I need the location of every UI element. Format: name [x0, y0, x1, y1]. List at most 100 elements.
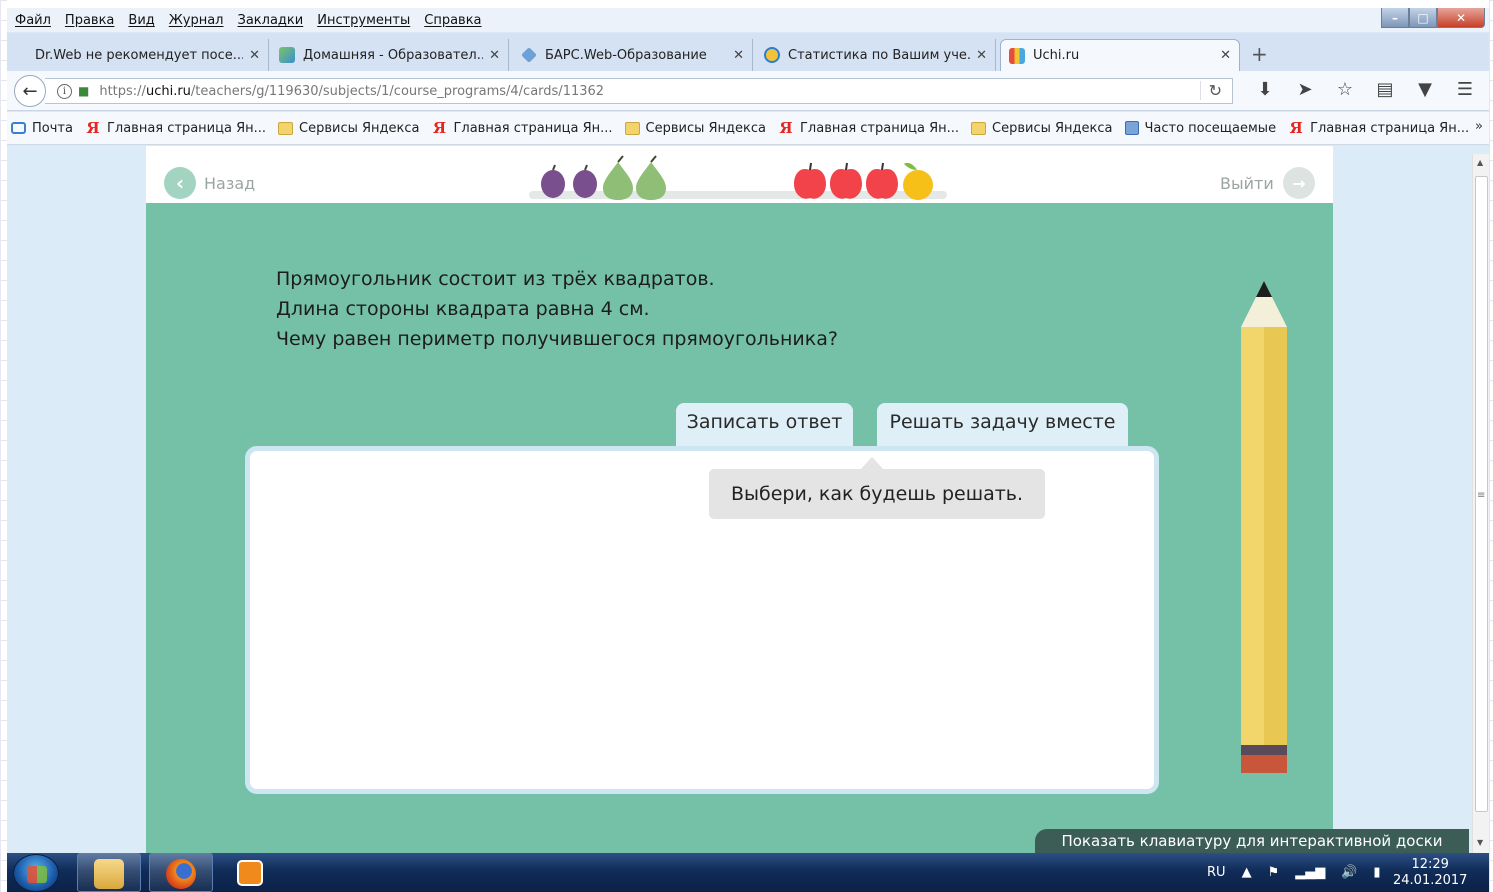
bookmark-yandex[interactable]: Я Главная страница Ян...: [1288, 119, 1469, 137]
bookmark-mail[interactable]: Почта: [11, 121, 73, 136]
bookmarks-bar: Почта Я Главная страница Ян... Сервисы Ян…: [7, 112, 1489, 145]
windows-taskbar: RU ▲ ⚑ ▂▄▆ 🔊 ▮ 12:29 24.01.2017: [7, 853, 1489, 892]
address-bar[interactable]: i ■ https://uchi.ru/teachers/g/119630/su…: [45, 78, 1233, 104]
volume-icon[interactable]: 🔊: [1341, 865, 1357, 880]
menu-bar: Файл Правка Вид Журнал Закладки Инструме…: [7, 8, 1489, 32]
tab-uchi[interactable]: Uchi.ru ✕: [1000, 39, 1240, 71]
plum-icon: [541, 164, 565, 198]
bars-icon: [521, 47, 537, 63]
apple-icon: [794, 162, 826, 199]
menu-edit[interactable]: Правка: [65, 13, 114, 28]
yandex-icon: Я: [86, 119, 100, 137]
education-icon: [279, 47, 295, 63]
back-chevron-icon[interactable]: ‹: [164, 167, 196, 199]
clock-date: 24.01.2017: [1393, 873, 1468, 888]
system-tray: RU ▲ ⚑ ▂▄▆ 🔊 ▮: [1207, 853, 1397, 892]
scroll-grip-icon: ≡: [1477, 490, 1486, 501]
bookmark-yandex-services[interactable]: Сервисы Яндекса: [278, 121, 419, 136]
folder-icon: [971, 121, 987, 135]
maximize-button[interactable]: □: [1409, 8, 1437, 28]
menu-bookmarks[interactable]: Закладки: [238, 13, 304, 28]
bookmark-yandex[interactable]: Я Главная страница Ян...: [778, 119, 959, 137]
lemon-icon: [903, 162, 933, 200]
star-icon[interactable]: ☆: [1325, 79, 1365, 100]
close-tab-icon[interactable]: ✕: [1220, 48, 1231, 63]
system-clock[interactable]: 12:29 24.01.2017: [1393, 857, 1467, 889]
menu-file[interactable]: Файл: [15, 13, 51, 28]
folder-icon: [624, 121, 640, 135]
yandex-icon: Я: [432, 119, 447, 137]
tray-expand-icon[interactable]: ▲: [1242, 865, 1252, 880]
minimize-button[interactable]: –: [1381, 8, 1409, 28]
flag-icon[interactable]: ⚑: [1268, 865, 1280, 880]
tab-label: Домашняя - Образовател...: [303, 47, 484, 63]
clock-time: 12:29: [1411, 857, 1449, 872]
desktop-background-right: [1489, 0, 1493, 892]
bookmark-yandex[interactable]: Я Главная страница Ян...: [85, 119, 266, 137]
vertical-scrollbar[interactable]: ▲ ≡ ▼: [1472, 154, 1489, 853]
start-button[interactable]: [13, 854, 59, 892]
close-tab-icon[interactable]: ✕: [733, 48, 744, 63]
folder-icon: [94, 859, 124, 889]
network-icon[interactable]: ▂▄▆: [1295, 865, 1325, 880]
send-icon[interactable]: ➤: [1285, 79, 1325, 100]
show-keyboard-button[interactable]: Показать клавиатуру для интерактивной до…: [1035, 829, 1469, 853]
close-window-button[interactable]: ✕: [1437, 8, 1485, 28]
hamburger-menu-icon[interactable]: ☰: [1445, 79, 1485, 100]
menu-help[interactable]: Справка: [424, 13, 481, 28]
window-controls: – □ ✕: [1381, 8, 1485, 28]
tab-stats[interactable]: Статистика по Вашим уче... ✕: [756, 39, 996, 71]
menu-tools[interactable]: Инструменты: [317, 13, 410, 28]
tab-write-answer[interactable]: Записать ответ: [676, 403, 853, 449]
taskbar-explorer[interactable]: [77, 853, 141, 892]
taskbar-firefox[interactable]: [149, 853, 213, 892]
menu-history[interactable]: Журнал: [169, 13, 224, 28]
bookmarks-overflow-button[interactable]: »: [1475, 119, 1483, 134]
tab-label: БАРС.Web-Образование: [545, 47, 707, 63]
scroll-up-icon[interactable]: ▲: [1477, 158, 1483, 167]
info-icon[interactable]: i: [57, 83, 72, 99]
power-icon[interactable]: ▮: [1373, 865, 1380, 880]
pocket-icon[interactable]: ▼: [1405, 79, 1445, 100]
back-arrow-icon[interactable]: ←: [14, 75, 46, 107]
tab-drweb[interactable]: Dr.Web не рекомендует посе... ✕: [27, 39, 269, 71]
close-tab-icon[interactable]: ✕: [249, 48, 260, 63]
tab-bars[interactable]: БАРС.Web-Образование ✕: [513, 39, 753, 71]
scroll-down-icon[interactable]: ▼: [1477, 838, 1483, 847]
progress-fruits-right: [794, 162, 933, 200]
language-indicator[interactable]: RU: [1207, 865, 1226, 880]
apple-icon: [830, 162, 862, 199]
reload-icon[interactable]: ↻: [1199, 81, 1222, 100]
menu-view[interactable]: Вид: [128, 13, 154, 28]
exit-icon[interactable]: →: [1283, 167, 1315, 199]
lesson-header: ‹ Назад Выйти →: [146, 146, 1333, 203]
folder-icon: [278, 121, 293, 135]
tab-solve-together[interactable]: Решать задачу вместе: [877, 403, 1128, 449]
download-icon[interactable]: ⬇: [1245, 79, 1285, 100]
url-text[interactable]: https://uchi.ru/teachers/g/119630/subjec…: [99, 84, 604, 99]
close-tab-icon[interactable]: ✕: [489, 48, 500, 63]
problem-text: Прямоугольник состоит из трёх квадратов.…: [276, 264, 838, 354]
desktop-background-left: [0, 0, 7, 892]
navigation-bar: i ■ https://uchi.ru/teachers/g/119630/su…: [7, 71, 1489, 111]
exit-link[interactable]: Выйти: [1220, 174, 1274, 193]
problem-line: Прямоугольник состоит из трёх квадратов.: [276, 268, 715, 290]
stats-icon: [764, 47, 780, 63]
problem-line: Длина стороны квадрата равна 4 см.: [276, 298, 650, 320]
bookmark-most-visited[interactable]: Часто посещаемые: [1124, 121, 1276, 136]
taskbar-media[interactable]: [221, 853, 285, 892]
toolbar-icons: ⬇ ➤ ☆ ▤ ▼ ☰: [1245, 79, 1485, 100]
bookmark-yandex[interactable]: Я Главная страница Ян...: [431, 119, 613, 137]
bookmark-yandex-services[interactable]: Сервисы Яндекса: [624, 121, 766, 136]
new-tab-button[interactable]: +: [1251, 42, 1268, 66]
back-link[interactable]: Назад: [204, 174, 255, 193]
bookmark-yandex-services[interactable]: Сервисы Яндекса: [971, 121, 1113, 136]
tab-bar: Dr.Web не рекомендует посе... ✕ Домашняя…: [7, 33, 1489, 71]
close-tab-icon[interactable]: ✕: [976, 48, 987, 63]
yandex-icon: Я: [779, 119, 793, 137]
page-viewport: ‹ Назад Выйти → Прямоугольник состоит из…: [7, 146, 1489, 853]
media-player-icon: [237, 860, 263, 886]
reading-list-icon[interactable]: ▤: [1365, 79, 1405, 100]
tab-education[interactable]: Домашняя - Образовател... ✕: [271, 39, 509, 71]
tab-label: Dr.Web не рекомендует посе...: [35, 47, 244, 63]
